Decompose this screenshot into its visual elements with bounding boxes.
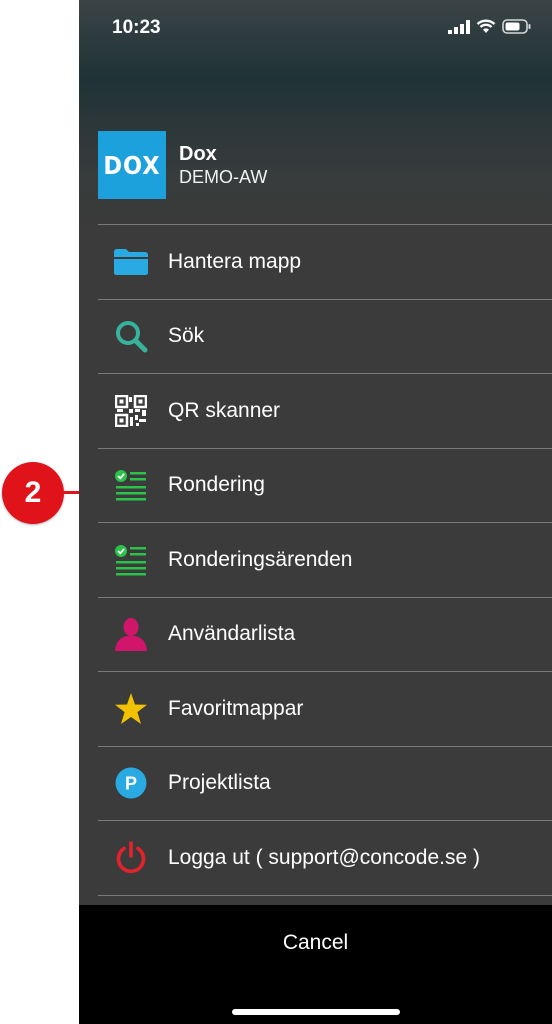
home-indicator[interactable] <box>232 1009 400 1015</box>
side-menu: Hantera mapp Sök QR skanner Rondering Ro… <box>98 224 552 896</box>
phone-screen: 10:23 DOX Dox DEMO-AW Hantera mapp Sök Q… <box>79 0 552 1024</box>
wifi-icon <box>476 19 496 33</box>
dox-logo: DOX <box>98 131 166 199</box>
account-name: DEMO-AW <box>179 167 268 187</box>
menu-item-projektlista[interactable]: P Projektlista <box>98 747 552 821</box>
menu-item-label: Ronderingsärenden <box>168 547 353 571</box>
menu-item-label: Favoritmappar <box>168 696 304 720</box>
menu-item-label: QR skanner <box>168 398 281 422</box>
cancel-bar: Cancel <box>79 905 552 1024</box>
step-callout-number: 2 <box>24 476 42 509</box>
battery-icon <box>502 19 531 34</box>
menu-item-label: Hantera mapp <box>168 249 302 273</box>
search-icon <box>112 317 150 355</box>
status-icons <box>448 19 532 34</box>
status-time: 10:23 <box>112 17 161 38</box>
project-p-icon: P <box>112 764 150 802</box>
status-bar: 10:23 <box>79 0 552 58</box>
menu-item-favoritmappar[interactable]: Favoritmappar <box>98 672 552 747</box>
logo-text: DOX <box>103 150 161 180</box>
menu-item-hantera-mapp[interactable]: Hantera mapp <box>98 225 552 300</box>
star-icon <box>112 690 150 728</box>
step-callout-badge: 2 <box>2 462 64 524</box>
checklist-icon <box>112 541 150 579</box>
menu-item-sok[interactable]: Sök <box>98 300 552 374</box>
app-title: Dox <box>179 143 217 165</box>
menu-item-rondering[interactable]: Rondering <box>98 449 552 523</box>
signal-icon <box>448 19 470 34</box>
menu-item-label: Logga ut ( support@concode.se ) <box>168 845 481 869</box>
menu-item-anvandarlista[interactable]: Användarlista <box>98 598 552 672</box>
qr-code-icon <box>112 392 150 430</box>
menu-item-logga-ut[interactable]: Logga ut ( support@concode.se ) <box>98 821 552 896</box>
svg-text:P: P <box>125 774 137 794</box>
menu-item-label: Sök <box>168 324 205 348</box>
menu-item-label: Användarlista <box>168 622 296 646</box>
checklist-icon <box>112 466 150 504</box>
folder-icon <box>112 243 150 281</box>
app-header: DOX Dox DEMO-AW <box>98 131 267 199</box>
menu-item-qr-skanner[interactable]: QR skanner <box>98 374 552 449</box>
cancel-button[interactable]: Cancel <box>79 921 552 965</box>
menu-item-ronderingsarenden[interactable]: Ronderingsärenden <box>98 523 552 598</box>
menu-item-label: Rondering <box>168 473 265 497</box>
menu-item-label: Projektlista <box>168 771 271 795</box>
user-icon <box>112 615 150 653</box>
power-icon <box>112 839 150 877</box>
